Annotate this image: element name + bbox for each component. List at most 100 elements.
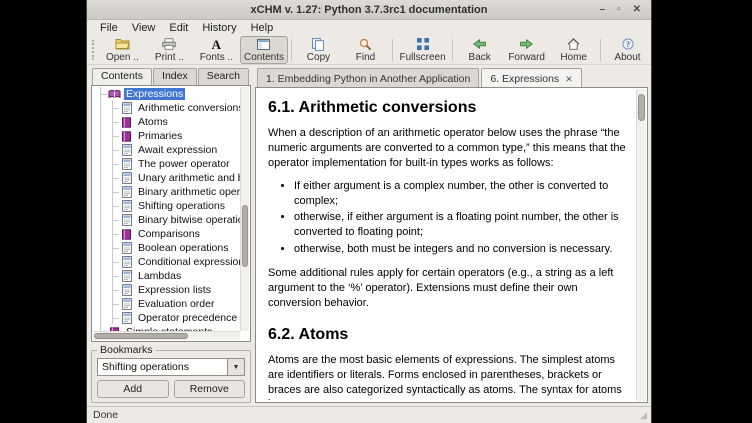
close-button[interactable]: ✕	[633, 5, 641, 15]
home-icon	[567, 38, 580, 51]
tree-item-atoms[interactable]: Atoms	[93, 115, 240, 129]
sidebar: ContentsIndexSearch ExpressionsArithmeti…	[91, 68, 251, 403]
tree-connector	[112, 276, 119, 277]
find-icon	[359, 38, 372, 51]
status-text: Done	[93, 409, 118, 421]
tab-contents[interactable]: Contents	[92, 68, 152, 85]
menu-file[interactable]: File	[93, 22, 125, 34]
remove-bookmark-button[interactable]: Remove	[174, 380, 246, 398]
bookmarks-label: Bookmarks	[97, 344, 156, 356]
document-area: 1. Embedding Python in Another Applicati…	[255, 68, 648, 403]
document-tab-1-embedding-python-in-another-application[interactable]: 1. Embedding Python in Another Applicati…	[257, 68, 479, 87]
add-bookmark-button[interactable]: Add	[97, 380, 169, 398]
tree-connector	[100, 94, 107, 95]
tree-vertical-scrollbar[interactable]	[240, 87, 249, 331]
menu-help[interactable]: Help	[244, 22, 281, 34]
tree-horizontal-scrollbar-thumb[interactable]	[94, 333, 188, 339]
bookmarks-combobox[interactable]: Shifting operations ▼	[97, 358, 245, 376]
toolbar-button-label: About	[614, 52, 640, 63]
section-heading-6-1-arithmetic-conversions: 6.1. Arithmetic conversions	[268, 97, 626, 118]
window-controls: – ▫ ✕	[600, 5, 652, 15]
tree-item-operator-precedence[interactable]: Operator precedence	[93, 311, 240, 325]
forward-button[interactable]: Forward	[503, 36, 550, 64]
tree-connector	[112, 122, 119, 123]
bullet-list: If either argument is a complex number, …	[283, 179, 626, 256]
toolbar: Open .. Print .. AFonts .. Contents CopyFind…	[87, 35, 651, 65]
tree-item-conditional-expressions[interactable]: Conditional expressions	[93, 255, 240, 269]
tab-close-icon[interactable]: ✕	[565, 75, 573, 84]
tree-horizontal-scrollbar[interactable]	[93, 331, 240, 340]
copy-button[interactable]: Copy	[295, 36, 342, 64]
tree-item-label: Boolean operations	[136, 242, 231, 254]
toolbar-separator	[600, 39, 601, 61]
maximize-button[interactable]: ▫	[617, 5, 621, 15]
toolbar-button-label: Print ..	[155, 52, 184, 63]
home-button[interactable]: Home	[550, 36, 597, 64]
tree-item-await-expression[interactable]: Await expression	[93, 143, 240, 157]
contents-tree: ExpressionsArithmetic conversionsAtomsPr…	[93, 87, 240, 331]
back-button[interactable]: Back	[456, 36, 503, 64]
resize-grip-icon[interactable]: ◢	[640, 410, 647, 421]
doc-icon	[120, 284, 133, 296]
doc-icon	[120, 102, 133, 114]
contents-icon	[257, 38, 270, 51]
fullscreen-button[interactable]: Fullscreen	[396, 36, 449, 64]
tree-item-label: Binary bitwise operations	[136, 214, 240, 226]
tree-item-unary-arithmetic-and-bitwis[interactable]: Unary arithmetic and bitwis	[93, 171, 240, 185]
menu-view[interactable]: View	[125, 22, 163, 34]
main-area: ContentsIndexSearch ExpressionsArithmeti…	[87, 65, 651, 406]
tree-item-label: Conditional expressions	[136, 256, 240, 268]
doc-icon	[120, 158, 133, 170]
menu-history[interactable]: History	[195, 22, 243, 34]
close-icon: ✕	[633, 4, 641, 15]
toolbar-drag-handle[interactable]	[92, 40, 95, 60]
book-open-icon	[108, 89, 121, 99]
tree-item-lambdas[interactable]: Lambdas	[93, 269, 240, 283]
tree-item-primaries[interactable]: Primaries	[93, 129, 240, 143]
document-body: 6.1. Arithmetic conversions When a descri…	[258, 90, 634, 400]
tree-connector	[112, 318, 119, 319]
book-icon	[120, 117, 133, 128]
document-vertical-scrollbar[interactable]	[636, 89, 646, 401]
paragraph: When a description of an arithmetic oper…	[268, 126, 626, 170]
minimize-button[interactable]: –	[600, 5, 606, 15]
paragraph: Atoms are the most basic elements of exp…	[268, 353, 626, 400]
tree-item-expressions[interactable]: Expressions	[93, 87, 240, 101]
tab-index[interactable]: Index	[153, 68, 197, 85]
tree-item-label: Shifting operations	[136, 200, 227, 212]
tree-item-the-power-operator[interactable]: The power operator	[93, 157, 240, 171]
tree-item-shifting-operations[interactable]: Shifting operations	[93, 199, 240, 213]
toolbar-button-label: Contents	[244, 52, 284, 63]
find-button[interactable]: Find	[342, 36, 389, 64]
tree-item-binary-bitwise-operations[interactable]: Binary bitwise operations	[93, 213, 240, 227]
tree-item-binary-arithmetic-operation[interactable]: Binary arithmetic operation	[93, 185, 240, 199]
contents-button[interactable]: Contents	[240, 36, 288, 64]
tree-item-label: The power operator	[136, 158, 232, 170]
contents-tree-panel: ExpressionsArithmetic conversionsAtomsPr…	[91, 85, 251, 342]
document-vertical-scrollbar-thumb[interactable]	[638, 94, 645, 121]
menu-bar: FileViewEditHistoryHelp	[87, 20, 651, 35]
document-tab-label: 1. Embedding Python in Another Applicati…	[266, 73, 470, 85]
tab-search[interactable]: Search	[198, 68, 249, 85]
open-button[interactable]: Open ..	[99, 36, 146, 64]
tree-item-expression-lists[interactable]: Expression lists	[93, 283, 240, 297]
tree-item-label: Operator precedence	[136, 312, 239, 324]
tree-connector	[112, 206, 119, 207]
menu-edit[interactable]: Edit	[162, 22, 195, 34]
bookmarks-group: Bookmarks Shifting operations ▼ Add Remo…	[91, 350, 251, 403]
fonts-button[interactable]: AFonts ..	[193, 36, 240, 64]
tree-vertical-scrollbar-thumb[interactable]	[242, 205, 248, 267]
chevron-down-icon[interactable]: ▼	[227, 359, 244, 375]
tree-item-evaluation-order[interactable]: Evaluation order	[93, 297, 240, 311]
tree-connector	[112, 262, 119, 263]
tree-connector	[112, 108, 119, 109]
document-tab-6-expressions[interactable]: 6. Expressions✕	[481, 68, 581, 87]
tree-item-boolean-operations[interactable]: Boolean operations	[93, 241, 240, 255]
print-button[interactable]: Print ..	[146, 36, 193, 64]
tree-connector	[112, 248, 119, 249]
tree-connector	[112, 136, 119, 137]
tree-connector	[112, 304, 119, 305]
about-button[interactable]: ?About	[604, 36, 651, 64]
tree-item-arithmetic-conversions[interactable]: Arithmetic conversions	[93, 101, 240, 115]
tree-item-comparisons[interactable]: Comparisons	[93, 227, 240, 241]
